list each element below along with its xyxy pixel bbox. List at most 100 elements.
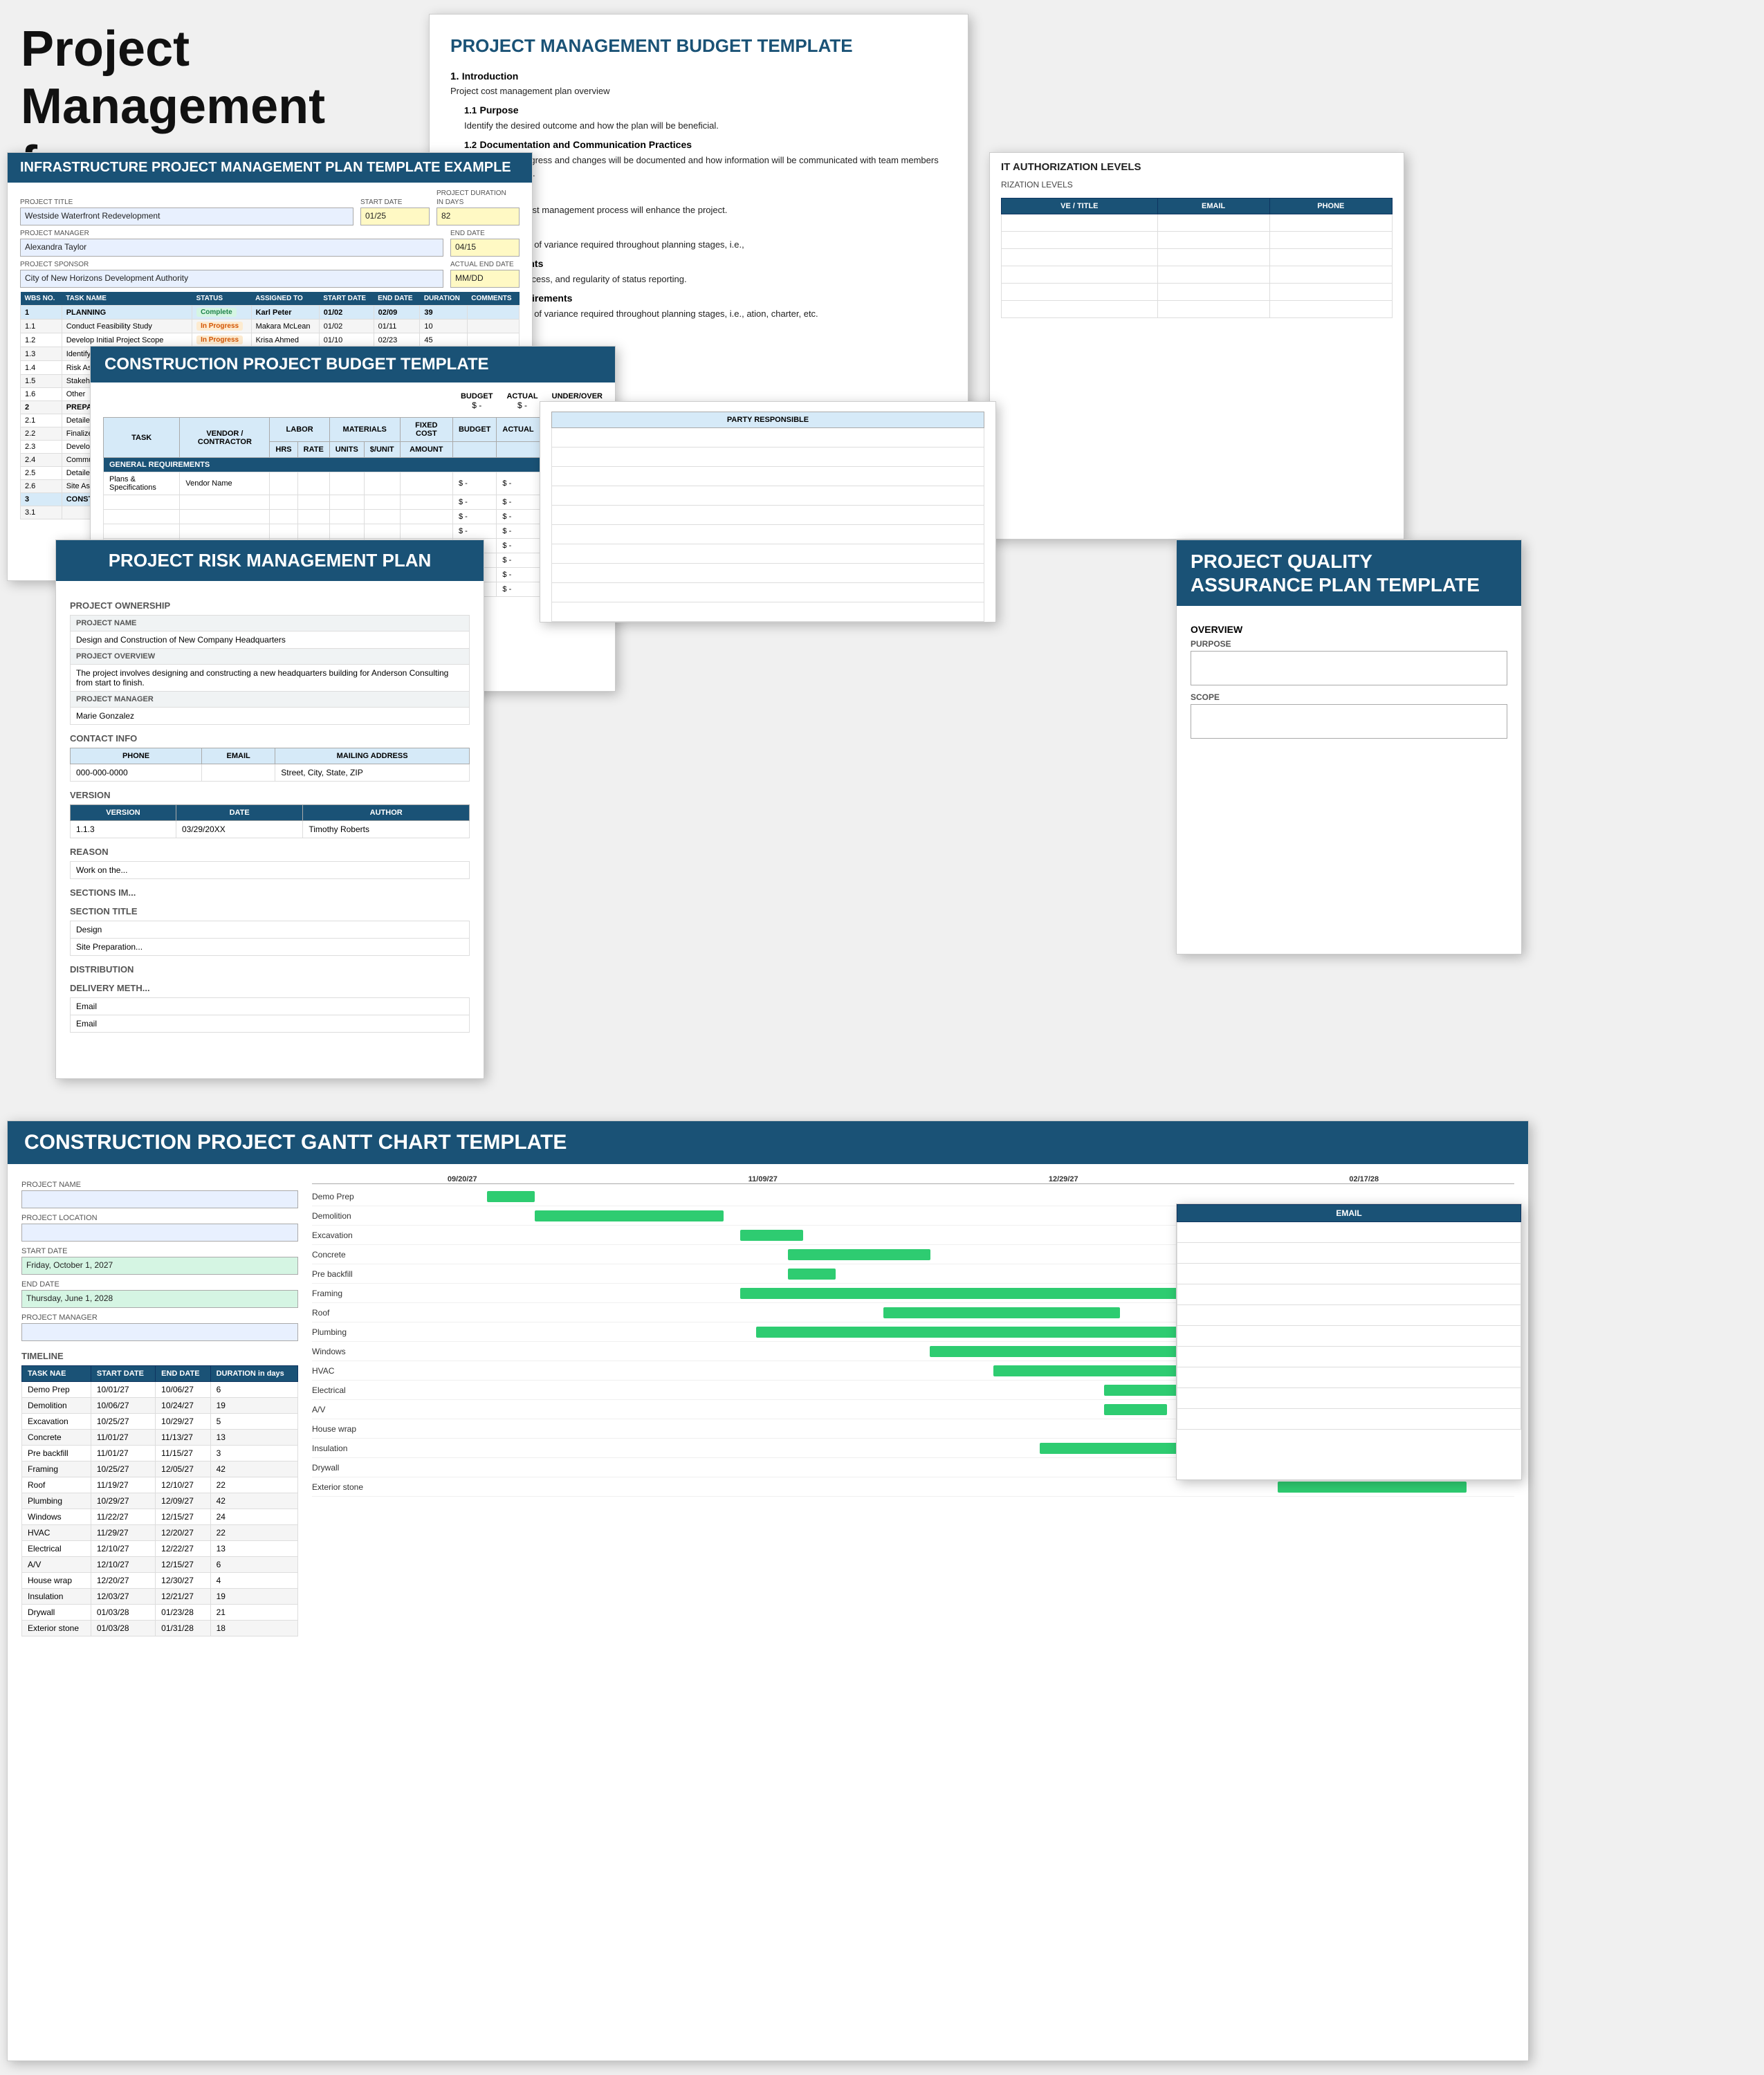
dt-row-4 [1177, 1284, 1521, 1305]
gt-end: 12/15/27 [156, 1557, 210, 1573]
auth-col-phone: PHONE [1269, 199, 1392, 214]
gt-duration: 21 [210, 1605, 297, 1621]
risk-plan-content: PROJECT OWNERSHIP PROJECT NAME Design an… [56, 581, 484, 1051]
gt-start-date-value: Friday, October 1, 2027 [21, 1257, 298, 1275]
auth-row-3 [1002, 249, 1393, 266]
contact-row: 000-000-0000 Street, City, State, ZIP [71, 764, 470, 782]
td-end: 01/11 [374, 320, 420, 333]
gt-end: 10/06/27 [156, 1382, 210, 1398]
ownership-table: PROJECT NAME Design and Construction of … [70, 615, 470, 725]
section-1-num: 1. Introduction [450, 71, 947, 82]
gantt-bar-label-15: Exterior stone [312, 1482, 409, 1492]
cb-row-2: $ -$ -$ - [104, 495, 603, 510]
budget-template-title: PROJECT MANAGEMENT BUDGET TEMPLATE [450, 35, 947, 57]
td-comments [467, 333, 519, 347]
dt-th-email: EMAIL [1177, 1205, 1521, 1222]
auth-table: VE / TITLE EMAIL PHONE [1001, 198, 1393, 318]
td-wbs: 2.3 [21, 441, 62, 454]
gantt-row-9: HVAC 11/29/27 12/20/27 22 [22, 1525, 298, 1541]
quality-plan-header: PROJECT QUALITY ASSURANCE PLAN TEMPLATE [1177, 540, 1521, 606]
td-duration: 45 [420, 333, 467, 347]
gantt-bar-inner-2 [740, 1230, 803, 1241]
pt-row-8 [552, 564, 984, 583]
quality-plan-card: PROJECT QUALITY ASSURANCE PLAN TEMPLATE … [1176, 540, 1522, 954]
version-row-1: 1.1.3 03/29/20XX Timothy Roberts [71, 821, 470, 838]
td-wbs: 2.6 [21, 480, 62, 493]
td-assigned: Makara McLean [251, 320, 319, 333]
gt-start: 11/22/27 [91, 1509, 155, 1525]
gantt-bar-inner-4 [788, 1269, 836, 1280]
version-number: 1.1.3 [71, 821, 176, 838]
version-author: Timothy Roberts [303, 821, 470, 838]
delivery-row-2: Email [71, 1015, 470, 1033]
in-days-label: in days [437, 199, 520, 206]
gt-end: 12/20/27 [156, 1525, 210, 1541]
gantt-row-8: Windows 11/22/27 12/15/27 24 [22, 1509, 298, 1525]
td-wbs: 2.2 [21, 427, 62, 441]
gt-start: 11/29/27 [91, 1525, 155, 1541]
gt-start-date-label: START DATE [21, 1247, 298, 1255]
gt-start: 11/01/27 [91, 1446, 155, 1461]
quality-plan-content: OVERVIEW PURPOSE SCOPE [1177, 606, 1521, 757]
pt-row-9 [552, 583, 984, 602]
v-th-date: DATE [176, 805, 303, 821]
infra-row-1: 1.1 Conduct Feasibility Study In Progres… [21, 320, 520, 333]
date-3: 12/29/27 [913, 1175, 1214, 1183]
gantt-row-11: A/V 12/10/27 12/15/27 6 [22, 1557, 298, 1573]
td-duration: 10 [420, 320, 467, 333]
gt-end: 12/15/27 [156, 1509, 210, 1525]
td-duration: 39 [420, 306, 467, 320]
reason-label: REASON [70, 847, 470, 857]
gt-th-start: START DATE [91, 1366, 155, 1382]
contact-info-label: CONTACT INFO [70, 733, 470, 744]
gt-th-task: TASK NAE [22, 1366, 91, 1382]
sections-label: SECTIONS IM... [70, 887, 470, 898]
th-status: STATUS [192, 292, 252, 306]
cb-section-general: GENERAL REQUIREMENTS [104, 458, 603, 472]
project-duration-group: PROJECT DURATION in days 82 [437, 190, 520, 225]
th-duration: DURATION [420, 292, 467, 306]
date-4: 02/17/28 [1214, 1175, 1515, 1183]
gantt-bar-label-11: A/V [312, 1405, 409, 1414]
gantt-row-15: Exterior stone 01/03/28 01/31/28 18 [22, 1621, 298, 1636]
gantt-bar-label-1: Demolition [312, 1211, 409, 1221]
gt-duration: 3 [210, 1446, 297, 1461]
th-end: END DATE [374, 292, 420, 306]
gantt-row-7: Plumbing 10/29/27 12/09/27 42 [22, 1493, 298, 1509]
ct-th-email: EMAIL [202, 748, 275, 764]
td-wbs: 2.4 [21, 454, 62, 467]
gt-duration: 24 [210, 1509, 297, 1525]
td-end: 02/23 [374, 333, 420, 347]
project-sponsor-group: PROJECT SPONSOR City of New Horizons Dev… [20, 261, 443, 288]
status-complete: Complete [196, 308, 237, 317]
contact-table: PHONE EMAIL MAILING ADDRESS 000-000-0000… [70, 748, 470, 782]
cb-th-rate: RATE [297, 442, 329, 458]
cb-th-per-unit: $/UNIT [364, 442, 400, 458]
gantt-bar-label-10: Electrical [312, 1385, 409, 1395]
gantt-bar-inner-5 [740, 1288, 1182, 1299]
gt-task: Electrical [22, 1541, 91, 1557]
section-title-label: SECTION TITLE [70, 906, 470, 916]
risk-plan-header: PROJECT RISK MANAGEMENT PLAN [56, 540, 484, 581]
gantt-bar-inner-15 [1278, 1482, 1467, 1493]
gantt-bar-label-12: House wrap [312, 1424, 409, 1434]
contact-phone: 000-000-0000 [71, 764, 202, 782]
gt-duration: 22 [210, 1477, 297, 1493]
gt-project-manager-label: PROJECT MANAGER [21, 1313, 298, 1322]
gantt-row-10: Electrical 12/10/27 12/22/27 13 [22, 1541, 298, 1557]
infra-row-2: 1.2 Develop Initial Project Scope In Pro… [21, 333, 520, 347]
gantt-bar-inner-8 [930, 1346, 1183, 1357]
project-manager-value: Alexandra Taylor [20, 239, 443, 257]
pt-row-10 [552, 602, 984, 622]
gt-task: HVAC [22, 1525, 91, 1541]
gt-start: 12/10/27 [91, 1557, 155, 1573]
cb-th-task: TASK [104, 418, 180, 458]
cb-th-materials: MATERIALS [329, 418, 400, 442]
gt-end: 11/15/27 [156, 1446, 210, 1461]
gt-start: 12/10/27 [91, 1541, 155, 1557]
gantt-row-0: Demo Prep 10/01/27 10/06/27 6 [22, 1382, 298, 1398]
td-comments [467, 306, 519, 320]
gantt-row-5: Framing 10/25/27 12/05/27 42 [22, 1461, 298, 1477]
td-wbs: 1.4 [21, 361, 62, 375]
infra-plan-header: INFRASTRUCTURE PROJECT MANAGEMENT PLAN T… [8, 153, 532, 183]
